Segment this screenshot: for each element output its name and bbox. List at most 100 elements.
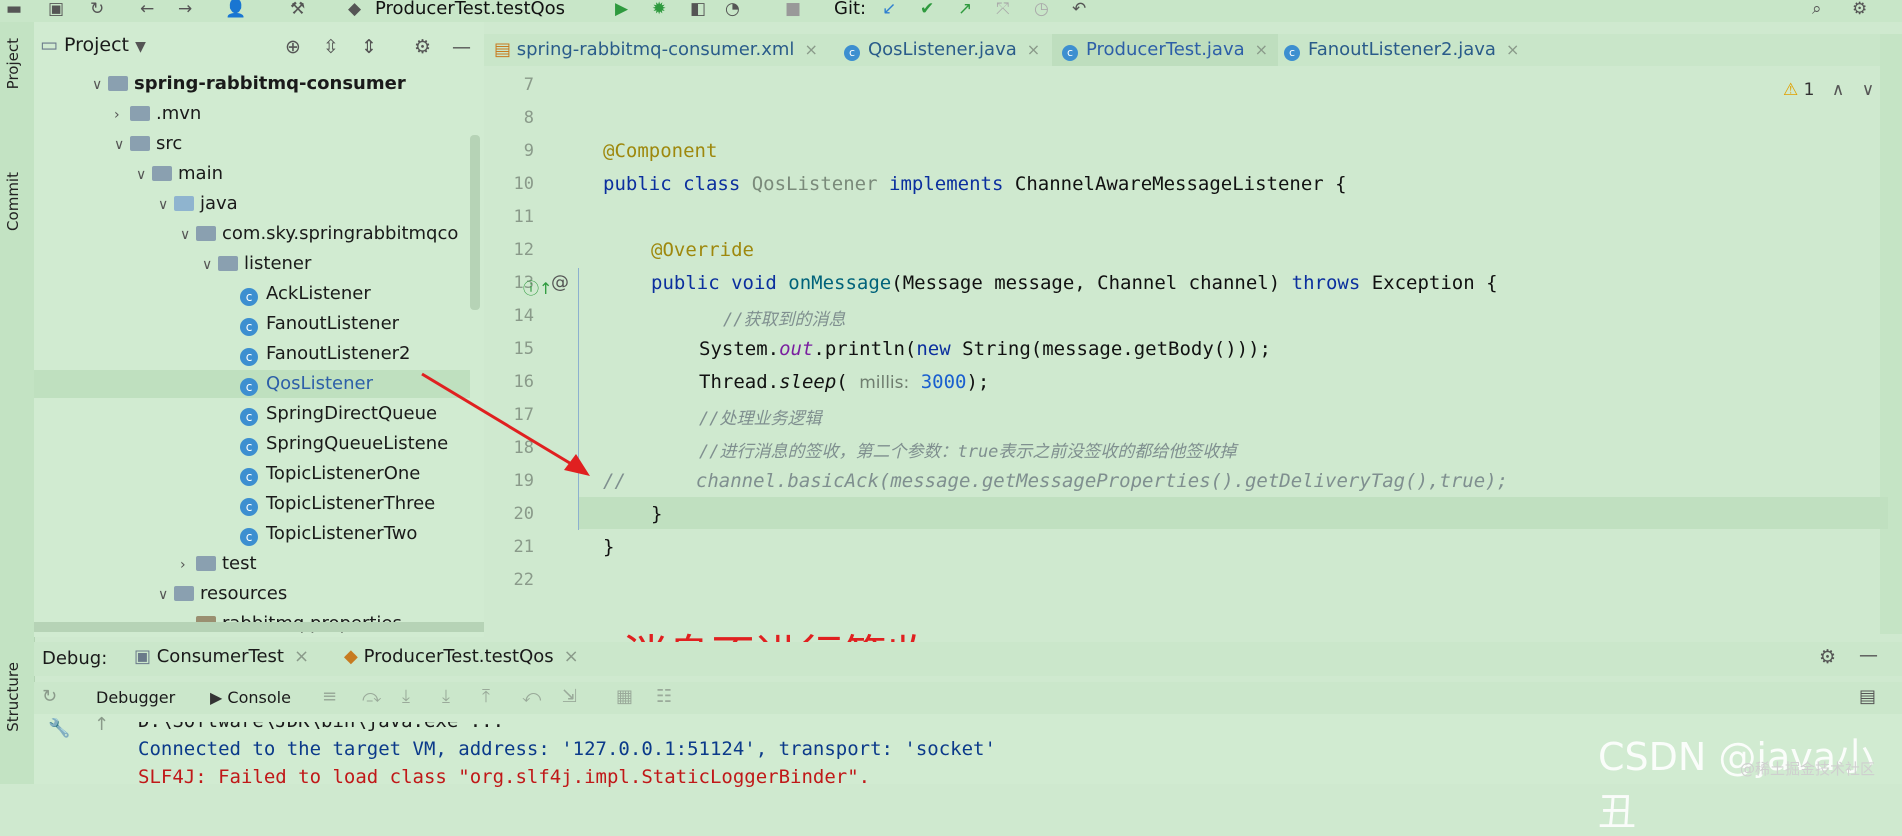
user-icon[interactable]: 👤	[225, 0, 246, 18]
chevron-down-icon[interactable]: ▼	[135, 39, 146, 55]
step-out-icon[interactable]: ⤒	[482, 686, 490, 707]
git-update-icon[interactable]: ↙	[882, 0, 896, 18]
step-over-icon[interactable]: ⤼	[362, 686, 381, 707]
drop-frame-icon[interactable]: ⤺	[522, 686, 541, 707]
chevron-down-icon[interactable]: ∨	[158, 581, 174, 609]
run-icon[interactable]: ▶	[615, 0, 628, 18]
build-icon[interactable]: ⚒	[290, 0, 305, 18]
trace-icon[interactable]: ☷	[656, 686, 672, 707]
collapse-all-icon[interactable]: ⇕	[361, 36, 377, 58]
close-icon[interactable]: ×	[1506, 40, 1519, 59]
close-icon[interactable]: ×	[1027, 40, 1040, 59]
hide-panel-icon[interactable]: —	[1859, 644, 1878, 666]
gear-icon[interactable]: ⚙	[1819, 646, 1836, 668]
evaluate-icon[interactable]: ▦	[616, 686, 633, 707]
close-icon[interactable]: ×	[1255, 40, 1268, 59]
tab-console[interactable]: ▶ Console	[210, 688, 291, 707]
expand-all-icon[interactable]: ⇳	[323, 36, 339, 58]
code-line-12: @Override	[651, 239, 754, 261]
tree-item[interactable]: ∨ listener	[202, 250, 311, 278]
tab-qoslistener-java[interactable]: c QosListener.java ×	[844, 34, 1040, 66]
line-number: 9	[523, 141, 534, 161]
menu-icon[interactable]: ≡	[322, 686, 337, 707]
history-icon[interactable]: ◷	[1034, 0, 1049, 18]
chevron-down-icon[interactable]: ∨	[114, 131, 130, 159]
tree-item[interactable]: ∨ resources	[158, 580, 287, 608]
implements-marker-icon[interactable]: ⓘ↑	[523, 275, 552, 299]
tab-producertest-testqos[interactable]: ◆ ProducerTest.testQos ×	[344, 646, 579, 667]
profile-icon[interactable]: ◔	[725, 0, 740, 18]
tab-debugger[interactable]: Debugger	[96, 688, 175, 707]
search-icon[interactable]: ⌕	[1812, 0, 1822, 18]
chevron-down-icon[interactable]: ∨	[136, 161, 152, 189]
chevron-down-icon[interactable]: ∨	[180, 221, 196, 249]
hide-panel-icon[interactable]: —	[452, 36, 471, 58]
step-into-icon[interactable]: ⤓	[402, 686, 410, 707]
chevron-right-icon[interactable]: ›	[114, 101, 130, 129]
folder-icon[interactable]: ▬	[6, 0, 22, 18]
tree-item[interactable]: c QosListener	[224, 370, 373, 398]
tree-item[interactable]: c TopicListenerThree	[224, 490, 435, 518]
chevron-down-icon[interactable]: ∨	[92, 71, 108, 99]
inspection-widget[interactable]: ⚠ 1 ∧ ∨	[1783, 80, 1874, 100]
locate-icon[interactable]: ⊕	[285, 36, 301, 58]
wrench-icon[interactable]: 🔧	[48, 718, 70, 739]
git-merge-icon[interactable]: ⤧	[996, 0, 1010, 18]
tree-item[interactable]: c FanoutListener2	[224, 340, 411, 368]
rerun-icon[interactable]: ↻	[42, 686, 57, 707]
tab-consumertest[interactable]: ▣ ConsumerTest ×	[134, 646, 309, 667]
layout-icon[interactable]: ▤	[1859, 686, 1876, 707]
stop-icon[interactable]: ■	[785, 0, 801, 18]
sync-icon[interactable]: ↻	[90, 0, 104, 18]
debug-icon[interactable]: ✹	[652, 0, 666, 18]
chevron-down-icon[interactable]: ∨	[158, 191, 174, 219]
forward-icon[interactable]: →	[178, 0, 192, 18]
tree-item[interactable]: ∨ src	[114, 130, 182, 158]
tree-item-label: java	[200, 193, 238, 214]
tree-item[interactable]: c AckListener	[224, 280, 371, 308]
tree-item[interactable]: c TopicListenerTwo	[224, 520, 417, 548]
commit-tool-tab[interactable]: Commit	[4, 172, 22, 231]
gear-icon[interactable]: ⚙	[414, 36, 431, 58]
run-configuration-selector[interactable]: ProducerTest.testQos	[375, 0, 565, 18]
git-push-icon[interactable]: ↗	[958, 0, 972, 18]
git-commit-icon[interactable]: ✔	[920, 0, 934, 18]
tree-scrollbar[interactable]	[470, 135, 480, 310]
close-icon[interactable]: ×	[804, 40, 817, 59]
tree-item[interactable]: c TopicListenerOne	[224, 460, 420, 488]
structure-tool-tab[interactable]: Structure	[4, 662, 22, 732]
tree-item[interactable]: ∨ com.sky.springrabbitmqco	[180, 220, 458, 248]
class-icon: c	[240, 438, 258, 456]
line-number: 22	[513, 570, 534, 590]
rollback-icon[interactable]: ↶	[1072, 0, 1086, 18]
tree-item[interactable]: ∨ spring-rabbitmq-consumer	[92, 70, 406, 98]
tree-horizontal-scrollbar[interactable]	[34, 622, 484, 632]
current-line-highlight	[578, 497, 1888, 529]
project-panel-title[interactable]: Project	[64, 34, 129, 56]
tab-fanoutlistener2-java[interactable]: c FanoutListener2.java ×	[1284, 34, 1519, 66]
line-number: 15	[513, 339, 534, 359]
up-arrow-icon[interactable]: ↑	[94, 714, 109, 735]
run-to-cursor-icon[interactable]: ⇲	[562, 686, 577, 707]
chevron-down-icon[interactable]: ∨	[1862, 80, 1874, 100]
back-icon[interactable]: ←	[140, 0, 154, 18]
force-step-into-icon[interactable]: ⤓	[442, 686, 450, 707]
tab-producertest-java[interactable]: c ProducerTest.java ×	[1052, 34, 1279, 66]
tree-item[interactable]: › .mvn	[114, 100, 201, 128]
tree-item[interactable]: ∨ java	[158, 190, 238, 218]
project-tool-tab[interactable]: Project	[4, 38, 22, 89]
tab-spring-rabbitmq-consumer-xml[interactable]: ▤ spring-rabbitmq-consumer.xml ×	[494, 34, 818, 66]
settings-gear-icon[interactable]: ⚙	[1852, 0, 1867, 18]
tree-item-label: FanoutListener2	[266, 343, 411, 364]
chevron-right-icon[interactable]: ›	[180, 551, 196, 579]
chevron-up-icon[interactable]: ∧	[1832, 80, 1844, 100]
class-icon: c	[240, 528, 258, 546]
coverage-icon[interactable]: ◧	[690, 0, 706, 18]
save-icon[interactable]: ▣	[48, 0, 64, 18]
tree-item[interactable]: c FanoutListener	[224, 310, 399, 338]
tree-item[interactable]: › test	[180, 550, 257, 578]
chevron-down-icon[interactable]: ∨	[202, 251, 218, 279]
right-tool-strip	[1880, 34, 1902, 634]
tree-item[interactable]: ∨ main	[136, 160, 223, 188]
main-toolbar: ▬ ▣ ↻ ← → 👤 ⚒ ◆ ProducerTest.testQos ▶ ✹…	[0, 0, 1902, 22]
